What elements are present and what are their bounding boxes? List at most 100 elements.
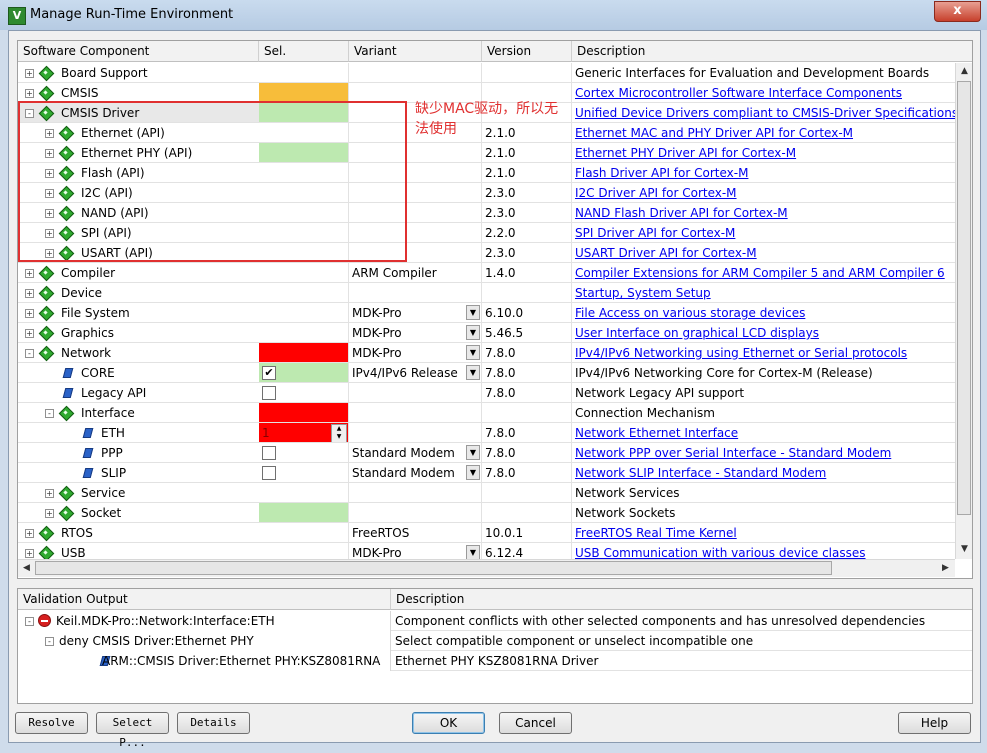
select-checkbox[interactable] <box>262 386 276 400</box>
sel-cell[interactable] <box>259 483 349 503</box>
sel-cell[interactable] <box>259 243 349 263</box>
description-link[interactable]: IPv4/IPv6 Networking using Ethernet or S… <box>575 346 907 360</box>
component-row[interactable]: + Service Network Services <box>18 483 955 503</box>
description-link[interactable]: Cortex Microcontroller Software Interfac… <box>575 86 902 100</box>
validation-row[interactable]: ARM::CMSIS Driver:Ethernet PHY:KSZ8081RN… <box>18 651 972 671</box>
component-row[interactable]: + RTOS FreeRTOS 10.0.1 FreeRTOS Real Time Ke… <box>18 523 955 543</box>
component-row[interactable]: + Board Support Generic Interfaces for Eva… <box>18 63 955 83</box>
details-button[interactable]: Details <box>177 712 250 734</box>
sel-cell[interactable] <box>259 383 349 403</box>
sel-cell[interactable] <box>259 63 349 83</box>
description-link[interactable]: NAND Flash Driver API for Cortex-M <box>575 206 788 220</box>
component-row[interactable]: Legacy API 7.8.0 Network Legacy API suppor… <box>18 383 955 403</box>
component-row[interactable]: + NAND (API) 2.3.0 NAND Flash Driver API fo… <box>18 203 955 223</box>
component-row[interactable]: - Interface Connection Mechanism <box>18 403 955 423</box>
sel-cell[interactable] <box>259 343 349 363</box>
expand-icon[interactable]: + <box>25 329 34 338</box>
component-row[interactable]: + USART (API) 2.3.0 USART Driver API for Co… <box>18 243 955 263</box>
description-link[interactable]: USART Driver API for Cortex-M <box>575 246 757 260</box>
description-link[interactable]: Ethernet MAC and PHY Driver API for Cort… <box>575 126 853 140</box>
component-row[interactable]: SLIP Standard Modem ▼ 7.8.0 Network SLIP Int… <box>18 463 955 483</box>
expand-icon[interactable]: + <box>25 529 34 538</box>
cancel-button[interactable]: Cancel <box>499 712 572 734</box>
component-row[interactable]: CORE ✔ IPv4/IPv6 Release ▼ 7.8.0 IPv4/IPv6 Ne… <box>18 363 955 383</box>
column-header-variant[interactable]: Variant <box>349 41 482 62</box>
description-link[interactable]: USB Communication with various device cl… <box>575 546 866 560</box>
expand-icon[interactable]: + <box>25 269 34 278</box>
description-link[interactable]: Network PPP over Serial Interface - Stan… <box>575 446 891 460</box>
expand-icon[interactable]: + <box>25 309 34 318</box>
vertical-scrollbar[interactable]: ▲ ▼ <box>955 63 972 559</box>
variant-dropdown-icon[interactable]: ▼ <box>466 305 480 320</box>
column-header-validation-description[interactable]: Description <box>391 589 972 610</box>
expand-icon[interactable]: + <box>25 289 34 298</box>
sel-cell[interactable] <box>259 143 349 163</box>
description-link[interactable]: Compiler Extensions for ARM Compiler 5 a… <box>575 266 945 280</box>
component-row[interactable]: PPP Standard Modem ▼ 7.8.0 Network PPP over … <box>18 443 955 463</box>
collapse-icon[interactable]: - <box>25 617 34 626</box>
sel-cell[interactable] <box>259 323 349 343</box>
close-button[interactable]: x <box>934 1 981 22</box>
select-checkbox[interactable] <box>262 446 276 460</box>
collapse-icon[interactable]: - <box>45 637 54 646</box>
select-checkbox[interactable] <box>262 466 276 480</box>
description-link[interactable]: I2C Driver API for Cortex-M <box>575 186 737 200</box>
variant-cell[interactable]: MDK-Pro ▼ <box>349 343 482 363</box>
sel-cell[interactable] <box>259 283 349 303</box>
sel-cell[interactable] <box>259 523 349 543</box>
description-link[interactable]: FreeRTOS Real Time Kernel <box>575 526 737 540</box>
expand-icon[interactable]: + <box>45 229 54 238</box>
scroll-right-arrow-icon[interactable]: ▶ <box>938 561 953 576</box>
ok-button[interactable]: OK <box>412 712 485 734</box>
component-row[interactable]: + Socket Network Sockets <box>18 503 955 523</box>
sel-cell[interactable] <box>259 303 349 323</box>
component-row[interactable]: + Flash (API) 2.1.0 Flash Driver API for Co… <box>18 163 955 183</box>
scroll-up-arrow-icon[interactable]: ▲ <box>957 64 972 79</box>
description-link[interactable]: File Access on various storage devices <box>575 306 805 320</box>
component-row[interactable]: ETH 1 ▲ ▼ 7.8.0 Network Ethernet Interface <box>18 423 955 443</box>
variant-cell[interactable]: Standard Modem ▼ <box>349 463 482 483</box>
variant-dropdown-icon[interactable]: ▼ <box>466 325 480 340</box>
vertical-scroll-thumb[interactable] <box>957 81 971 515</box>
description-link[interactable]: SPI Driver API for Cortex-M <box>575 226 735 240</box>
variant-dropdown-icon[interactable]: ▼ <box>466 365 480 380</box>
select-checkbox[interactable]: ✔ <box>262 366 276 380</box>
description-link[interactable]: Unified Device Drivers compliant to CMSI… <box>575 106 955 120</box>
expand-icon[interactable]: + <box>45 189 54 198</box>
description-link[interactable]: Ethernet PHY Driver API for Cortex-M <box>575 146 796 160</box>
variant-cell[interactable]: MDK-Pro ▼ <box>349 323 482 343</box>
column-header-sel[interactable]: Sel. <box>259 41 349 62</box>
horizontal-scroll-thumb[interactable] <box>35 561 832 575</box>
column-header-validation-output[interactable]: Validation Output <box>18 589 391 610</box>
sel-cell[interactable]: ✔ <box>259 363 349 383</box>
sel-cell[interactable] <box>259 223 349 243</box>
sel-cell[interactable] <box>259 83 349 103</box>
horizontal-scrollbar[interactable]: ◀ ▶ <box>18 559 955 577</box>
component-row[interactable]: - Network MDK-Pro ▼ 7.8.0 IPv4/IPv6 Networkin… <box>18 343 955 363</box>
component-row[interactable]: + Graphics MDK-Pro ▼ 5.46.5 User Interface on… <box>18 323 955 343</box>
expand-icon[interactable]: + <box>45 149 54 158</box>
column-header-component[interactable]: Software Component <box>18 41 259 62</box>
column-header-version[interactable]: Version <box>482 41 572 62</box>
component-row[interactable]: + Compiler ARM Compiler 1.4.0 Compiler Exten… <box>18 263 955 283</box>
sel-cell[interactable] <box>259 183 349 203</box>
variant-cell[interactable]: MDK-Pro ▼ <box>349 303 482 323</box>
expand-icon[interactable]: + <box>25 549 34 558</box>
column-header-description[interactable]: Description <box>572 41 972 62</box>
sel-cell[interactable] <box>259 443 349 463</box>
component-row[interactable]: + I2C (API) 2.3.0 I2C Driver API for Cortex… <box>18 183 955 203</box>
variant-dropdown-icon[interactable]: ▼ <box>466 465 480 480</box>
variant-dropdown-icon[interactable]: ▼ <box>466 445 480 460</box>
select-packs-button[interactable]: Select P... <box>96 712 169 749</box>
sel-cell[interactable] <box>259 163 349 183</box>
description-link[interactable]: Network SLIP Interface - Standard Modem <box>575 466 826 480</box>
spinner-arrows-icon[interactable]: ▲ ▼ <box>331 424 347 442</box>
help-button[interactable]: Help <box>898 712 971 734</box>
description-link[interactable]: Network Ethernet Interface <box>575 426 738 440</box>
expand-icon[interactable]: + <box>25 69 34 78</box>
component-row[interactable]: + Ethernet PHY (API) 2.1.0 Ethernet PHY Dri… <box>18 143 955 163</box>
sel-cell[interactable] <box>259 123 349 143</box>
variant-dropdown-icon[interactable]: ▼ <box>466 345 480 360</box>
component-row[interactable]: + Device Startup, System Setup <box>18 283 955 303</box>
sel-cell[interactable] <box>259 403 349 423</box>
